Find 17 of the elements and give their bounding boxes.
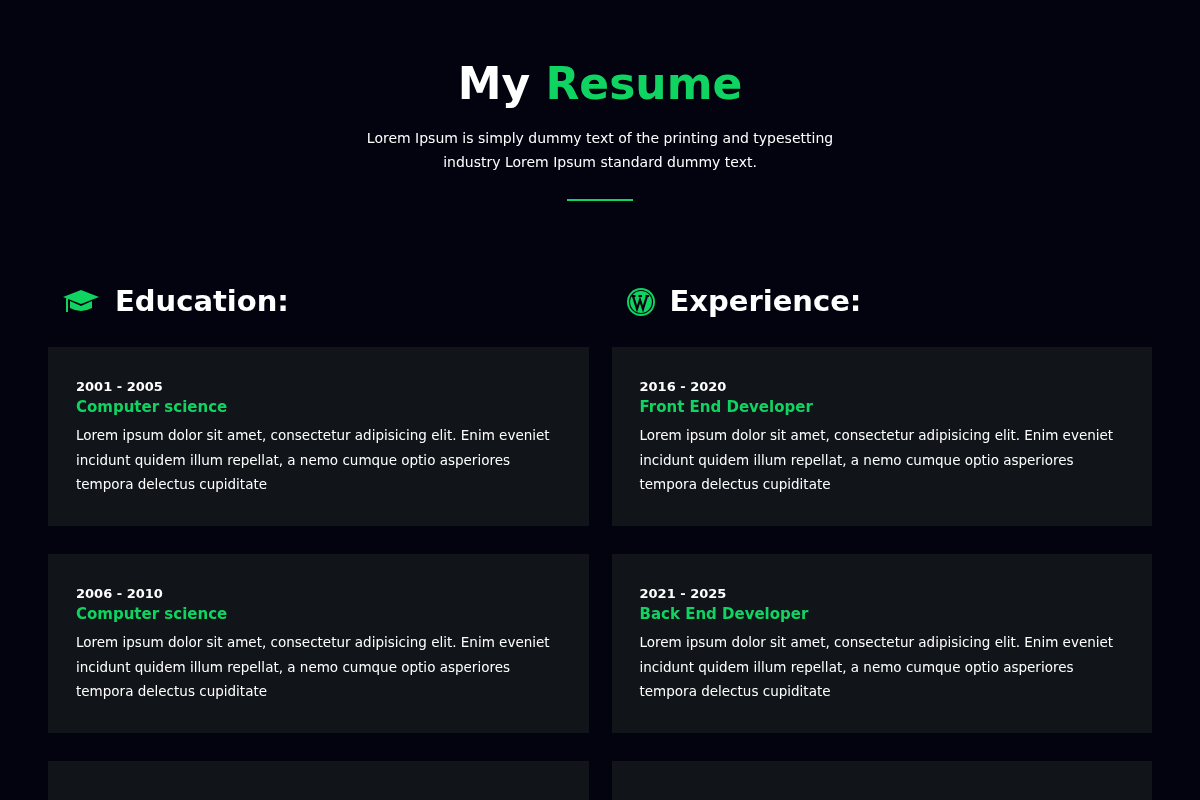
- entry-description: Lorem ipsum dolor sit amet, consectetur adipisicing elit. Enim eveniet incidunt quidem illum repellat, a nemo cumque optio asperiores tempora delectus cupiditate: [76, 426, 551, 494]
- entry-title: Computer science: [76, 604, 229, 625]
- years-label: 2016 - 2020: [639, 378, 728, 396]
- years-label: 2006 - 2010: [76, 585, 164, 603]
- section-heading: Experience:: [669, 283, 862, 321]
- years-label: 2021 - 2025: [639, 585, 728, 603]
- section-heading: Education:: [115, 283, 289, 321]
- entry-title: Back End Developer: [639, 604, 810, 625]
- entry-title: Computer science: [76, 397, 229, 418]
- entry-description: Lorem ipsum dolor sit amet, consectetur adipisicing elit. Enim eveniet incidunt quidem illum repellat, a nemo cumque optio asperiores tempora delectus cupiditate: [639, 633, 1115, 701]
- years-label: 2001 - 2005: [76, 378, 164, 396]
- entry-title: Front End Developer: [639, 397, 814, 418]
- wordpress-logo-icon: [625, 287, 656, 317]
- intro-text: Lorem Ipsum is simply dummy text of the printing and typesetting industry Lorem Ipsum standard dummy text.: [365, 129, 835, 172]
- page-title: My Resume: [457, 57, 743, 111]
- entry-description: Lorem ipsum dolor sit amet, consectetur adipisicing elit. Enim eveniet incidunt quidem illum repellat, a nemo cumque optio asperiores tempora delectus cupiditate: [76, 633, 551, 701]
- entry-description: Lorem ipsum dolor sit amet, consectetur adipisicing elit. Enim eveniet incidunt quidem illum repellat, a nemo cumque optio asperiores tempora delectus cupiditate: [639, 426, 1115, 494]
